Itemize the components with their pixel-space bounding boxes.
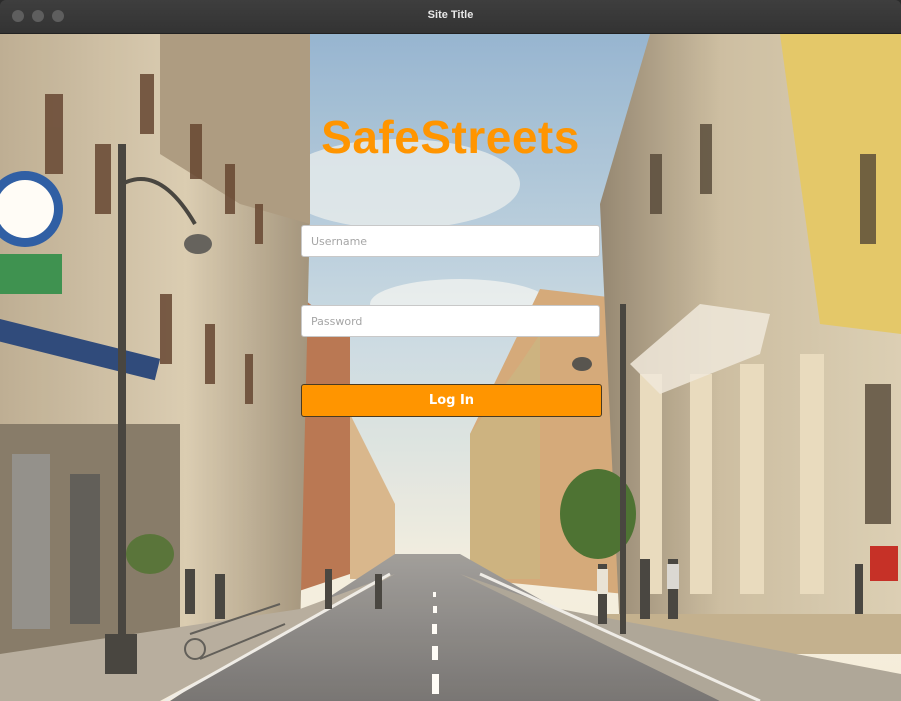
app-window: Site Title SafeStreets Username Log In <box>0 0 901 701</box>
username-input[interactable] <box>301 225 600 257</box>
app-title: SafeStreets <box>321 111 580 163</box>
window-title: Site Title <box>427 9 474 21</box>
login-screen: SafeStreets Log In <box>0 34 901 701</box>
window-titlebar: Site Title <box>0 0 901 34</box>
password-input[interactable] <box>301 305 600 337</box>
login-button[interactable]: Log In <box>301 384 602 417</box>
